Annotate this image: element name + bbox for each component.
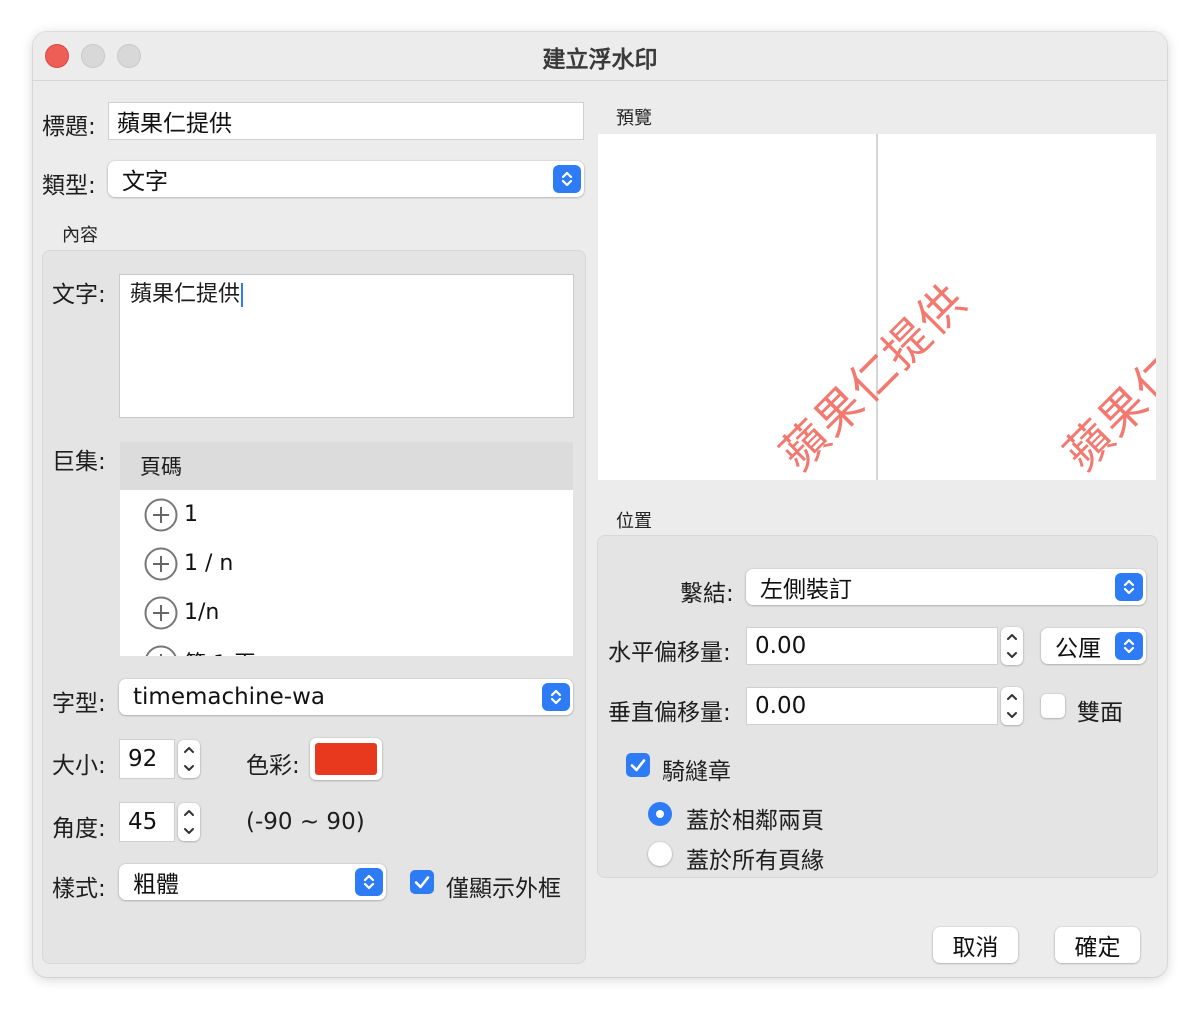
ok-button[interactable]: 確定 [1055, 927, 1140, 963]
radio-adjacent-pages[interactable] [648, 802, 672, 826]
angle-stepper[interactable] [178, 803, 200, 841]
list-item[interactable]: 1/n [120, 588, 573, 637]
duplex-label: 雙面 [1077, 700, 1123, 726]
watermark-text-area[interactable]: 蘋果仁提供 [119, 274, 574, 418]
unit-popup[interactable]: 公厘 [1041, 628, 1146, 664]
h-offset-input[interactable]: 0.00 [746, 627, 998, 665]
color-swatch [315, 743, 377, 775]
radio-adjacent-pages-label: 蓋於相鄰兩頁 [686, 808, 824, 834]
add-circle-icon[interactable] [144, 547, 178, 581]
macros-label: 巨集: [52, 449, 106, 475]
macro-item-label: 1 / n [184, 551, 234, 576]
cancel-button[interactable]: 取消 [933, 927, 1018, 963]
content-section-label: 內容 [62, 225, 98, 246]
seal-checkbox[interactable] [626, 753, 650, 777]
v-offset-stepper[interactable] [1001, 687, 1023, 725]
preview-watermark-text: 蘋果仁提供 [769, 272, 978, 480]
chevron-up-icon[interactable] [182, 806, 196, 820]
list-item[interactable]: 第 1 頁 [120, 637, 573, 656]
v-offset-input[interactable]: 0.00 [746, 687, 998, 725]
chevron-down-icon[interactable] [1005, 648, 1019, 662]
h-offset-stepper[interactable] [1001, 627, 1023, 665]
watermark-preview: 蘋果仁提供 蘋果仁提供 [598, 134, 1156, 480]
macro-list-header: 頁碼 [120, 442, 573, 490]
macro-list[interactable]: 頁碼 1 1 / n 1/n 第 1 頁 [120, 442, 573, 656]
angle-range-hint: (-90 ~ 90) [246, 809, 365, 835]
macro-item-label: 1 [184, 502, 198, 527]
font-popup-value: timemachine-wa [133, 684, 326, 710]
type-label: 類型: [42, 173, 96, 199]
chevron-up-icon[interactable] [1005, 690, 1019, 704]
angle-input[interactable]: 45 [119, 802, 175, 842]
style-label: 樣式: [52, 876, 106, 902]
add-circle-icon[interactable] [144, 596, 178, 630]
v-offset-label: 垂直偏移量: [608, 700, 731, 726]
text-label: 文字: [52, 282, 106, 308]
title-input[interactable]: 蘋果仁提供 [108, 102, 584, 140]
list-item[interactable]: 1 / n [120, 539, 573, 588]
preview-label: 預覽 [616, 108, 652, 129]
chevron-down-icon[interactable] [182, 824, 196, 838]
list-item[interactable]: 1 [120, 490, 573, 539]
watermark-text-value: 蘋果仁提供 [130, 282, 241, 307]
window-title: 建立浮水印 [542, 47, 658, 73]
add-circle-icon[interactable] [144, 645, 178, 657]
font-popup[interactable]: timemachine-wa [119, 679, 573, 715]
style-popup-value: 粗體 [133, 872, 179, 898]
preview-watermark-text: 蘋果仁提供 [1053, 272, 1156, 480]
chevron-down-icon[interactable] [1005, 708, 1019, 722]
unit-popup-value: 公厘 [1055, 636, 1101, 662]
text-caret [241, 283, 244, 307]
up-down-chevron-icon [1115, 632, 1143, 660]
chevron-up-icon[interactable] [1005, 630, 1019, 644]
color-well[interactable] [310, 738, 382, 780]
title-bar: 建立浮水印 [33, 32, 1167, 81]
page-divider [876, 134, 878, 480]
checkmark-icon [630, 759, 646, 772]
chevron-up-icon[interactable] [182, 743, 196, 757]
angle-label: 角度: [52, 816, 106, 842]
up-down-chevron-icon [355, 868, 383, 896]
macro-item-label: 第 1 頁 [184, 646, 256, 657]
seal-label: 騎縫章 [662, 759, 731, 785]
checkmark-icon [414, 876, 430, 889]
title-label: 標題: [42, 114, 96, 140]
duplex-checkbox[interactable] [1041, 694, 1065, 718]
up-down-chevron-icon [1115, 573, 1143, 601]
outline-only-checkbox[interactable] [410, 870, 434, 894]
up-down-chevron-icon [542, 683, 570, 711]
color-label: 色彩: [246, 753, 300, 779]
up-down-chevron-icon [553, 165, 581, 193]
binding-popup[interactable]: 左側裝訂 [746, 569, 1146, 605]
radio-all-edges[interactable] [648, 842, 672, 866]
macro-item-label: 1/n [184, 600, 220, 625]
type-popup[interactable]: 文字 [108, 161, 584, 197]
font-label: 字型: [52, 691, 106, 717]
radio-all-edges-label: 蓋於所有頁緣 [686, 848, 824, 874]
position-section-label: 位置 [616, 511, 652, 532]
add-circle-icon[interactable] [144, 498, 178, 532]
h-offset-label: 水平偏移量: [608, 640, 731, 666]
binding-popup-value: 左側裝訂 [760, 577, 852, 603]
size-label: 大小: [52, 753, 106, 779]
type-popup-value: 文字 [122, 169, 168, 195]
chevron-down-icon[interactable] [182, 761, 196, 775]
outline-only-label: 僅顯示外框 [446, 876, 561, 902]
size-input[interactable]: 92 [119, 739, 175, 779]
style-popup[interactable]: 粗體 [119, 864, 386, 900]
binding-label: 繫結: [680, 581, 734, 607]
size-stepper[interactable] [178, 740, 200, 778]
